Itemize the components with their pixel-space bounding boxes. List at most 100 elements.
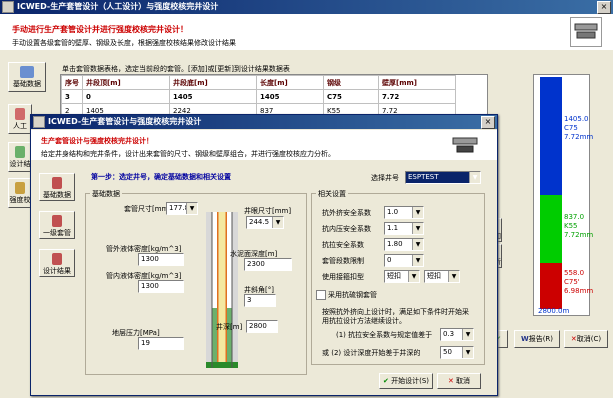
hole-size-label: 井眼尺寸[mm]: [244, 207, 292, 215]
main-heading: 手动进行生产套管设计并进行强度校核完井设计！: [12, 25, 188, 34]
start-design-button[interactable]: ✔ 开始设计(S): [379, 373, 433, 389]
fluid-in-input[interactable]: 1300: [138, 280, 184, 293]
depth-label: 井深[m]: [216, 323, 243, 331]
side-label: 一级套管: [43, 229, 71, 237]
fluid-out-value: 1300: [141, 255, 159, 263]
hole-size-select[interactable]: 244.5 ▼: [246, 216, 284, 229]
col-header: 钢级: [323, 75, 379, 90]
cond2-select[interactable]: 50 ▼: [440, 346, 474, 359]
depth-value: 2800: [249, 322, 267, 330]
column-bottom-depth: 2800.0m: [538, 307, 570, 315]
app-icon: [2, 0, 14, 13]
setting-label: 抗内压安全系数: [322, 225, 371, 233]
cement-input[interactable]: 2300: [244, 258, 292, 271]
cancel-button[interactable]: ✕取消(C): [564, 330, 608, 348]
fluid-in-value: 1300: [141, 282, 159, 290]
seg3-grade: C75': [564, 278, 580, 286]
cond1-value: 0.3: [443, 330, 455, 338]
seg1-thickness: 7.72mm: [564, 133, 594, 141]
dialog-title: ICWED-生产套管设计与强度校核完井设计: [48, 117, 202, 126]
sulfur-checkbox[interactable]: [316, 290, 326, 300]
col-header: 长度[m]: [256, 75, 324, 90]
seg3-thickness: 6.98mm: [564, 287, 594, 295]
cell: 7.72: [378, 89, 456, 104]
thread-select-1[interactable]: 短扣 ▼: [384, 270, 420, 283]
setting-label: 抗外挤安全系数: [322, 209, 371, 217]
chevron-down-icon: ▼: [412, 223, 423, 234]
cell: 3: [61, 89, 83, 104]
result-icon: [52, 253, 62, 265]
setting-select[interactable]: 1.1 ▼: [384, 222, 424, 235]
seg2-labels: 837.0 K55 7.72mm: [564, 213, 593, 240]
table-row[interactable]: 3 0 1405 1405 C75 7.72: [61, 89, 456, 104]
cell: 1405: [256, 89, 324, 104]
seg2-thickness: 7.72mm: [564, 231, 594, 239]
dialog-close-button[interactable]: ×: [481, 116, 495, 129]
casing-column: 1405.0 C75 7.72mm 837.0 K55 7.72mm 558.0…: [533, 74, 594, 316]
casing-size-label: 套管尺寸[mm]: [124, 205, 172, 213]
setting-select[interactable]: 1.80 ▼: [384, 238, 424, 251]
main-side-strength-button[interactable]: 强度校: [8, 178, 32, 208]
basic-data-icon: [20, 66, 34, 78]
dialog-subtitle: 给定井身结构和完井条件，设计出来套管的尺寸、钢级和壁厚组合，并进行强度校核应力分…: [41, 150, 335, 158]
dialog-titlebar: ICWED-生产套管设计与强度校核完井设计: [31, 115, 497, 129]
incl-value: 3: [247, 296, 252, 304]
side-label: 强度校: [9, 196, 31, 204]
dialog-side-result-button[interactable]: 设计结果: [39, 249, 75, 277]
setting-value: 1.80: [387, 240, 403, 248]
casing-icon: [52, 215, 62, 227]
incl-input[interactable]: 3: [244, 294, 276, 307]
side-label: 基础数据: [43, 191, 71, 199]
setting-value: 1.1: [387, 224, 399, 232]
chevron-down-icon: ▼: [186, 203, 197, 214]
chevron-down-icon: ▼: [462, 329, 473, 340]
seg2-grade: K55: [564, 222, 578, 230]
dialog-side-casing-button[interactable]: 一级套管: [39, 211, 75, 239]
design-grid: 序号 井段顶[m] 井段底[m] 长度[m] 钢级 壁厚[mm] 3 0 140…: [61, 75, 456, 118]
dialog-cancel-label: 取消: [456, 377, 471, 385]
main-close-button[interactable]: ×: [597, 1, 611, 14]
column-segment-1: [540, 77, 562, 195]
dialog-side-basic-button[interactable]: 基础数据: [39, 173, 75, 201]
cancel-label: 取消(C): [576, 335, 602, 343]
hole-size-value: 244.5: [249, 218, 270, 226]
well-value: ESPTEST: [408, 173, 439, 181]
well-label: 选择井号: [371, 174, 399, 182]
fluid-out-input[interactable]: 1300: [138, 253, 184, 266]
pipes-icon: [570, 17, 602, 47]
chevron-down-icon: ▼: [412, 207, 423, 218]
well-select[interactable]: ESPTEST ▼: [405, 171, 481, 184]
main-side-manual-button[interactable]: 人工: [8, 104, 32, 134]
dialog-heading: 生产套管设计与强度校核完井设计！: [41, 137, 153, 145]
main-side-basic-button[interactable]: 基础数据: [8, 62, 46, 92]
report-label: 报告(R): [528, 335, 554, 343]
setting-select[interactable]: 1.0 ▼: [384, 206, 424, 219]
dialog-cancel-button[interactable]: ✕ 取消: [437, 373, 481, 389]
casing-size-select[interactable]: 177.8 ▼: [166, 202, 198, 215]
cond2-label: 或 (2) 设计深度开始差于井深的: [322, 349, 421, 357]
sulfur-label: 采用抗硫钢套管: [328, 291, 377, 299]
report-button[interactable]: W报告(R): [514, 330, 560, 348]
depth-input[interactable]: 2800: [246, 320, 278, 333]
cement-value: 2300: [247, 260, 265, 268]
table-hint: 单击套管数据表格，选定当前段的套管。[添加]或[更新]到设计结果数据表: [62, 65, 290, 73]
seg1-grade: C75: [564, 124, 578, 132]
main-subtitle: 手动设置各级套管的壁厚、钢级及长度，根据强度校核结果修改设计结果: [12, 39, 236, 47]
pressure-input[interactable]: 19: [138, 337, 184, 350]
cell: 1405: [169, 89, 257, 104]
col-header: 井段顶[m]: [82, 75, 170, 90]
thread-select-2[interactable]: 短扣 ▼: [424, 270, 460, 283]
setting-label: 套管段数限制: [322, 257, 364, 265]
side-label: 设计结: [9, 160, 31, 168]
cond1-select[interactable]: 0.3 ▼: [440, 328, 474, 341]
table-header-row: 序号 井段顶[m] 井段底[m] 长度[m] 钢级 壁厚[mm]: [61, 75, 456, 90]
seg1-length: 1405.0: [564, 115, 589, 123]
side-label: 基础数据: [13, 80, 41, 88]
setting-select[interactable]: 0 ▼: [384, 254, 424, 267]
col-header: 壁厚[mm]: [378, 75, 456, 90]
chevron-down-icon: ▼: [469, 172, 480, 183]
chevron-down-icon: ▼: [272, 217, 283, 228]
main-side-result-button[interactable]: 设计结: [8, 142, 32, 172]
column-segment-2: [540, 195, 562, 263]
step-title: 第一步：选定井号，确定基础数据和相关设置: [91, 173, 231, 181]
